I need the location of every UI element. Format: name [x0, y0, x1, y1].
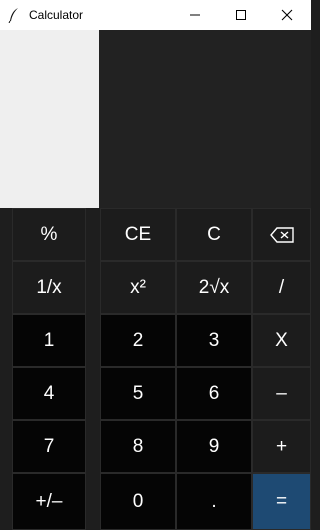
digit-0-button[interactable]: 0: [100, 473, 176, 530]
digit-1-button[interactable]: 1: [12, 314, 86, 367]
keypad-column-gap: [86, 208, 100, 530]
feather-icon: [8, 8, 18, 23]
decimal-button[interactable]: .: [176, 473, 252, 530]
negate-button[interactable]: +/–: [12, 473, 86, 530]
keypad-left-margin: [0, 208, 12, 530]
digit-7-button[interactable]: 7: [12, 420, 86, 473]
minimize-button[interactable]: [172, 0, 218, 30]
window-title: Calculator: [29, 8, 84, 22]
clear-entry-button[interactable]: CE: [100, 208, 176, 261]
close-icon: [281, 9, 293, 21]
maximize-icon: [236, 10, 246, 20]
digit-3-button[interactable]: 3: [176, 314, 252, 367]
digit-2-button[interactable]: 2: [100, 314, 176, 367]
digit-8-button[interactable]: 8: [100, 420, 176, 473]
digit-6-button[interactable]: 6: [176, 367, 252, 420]
subtract-button[interactable]: –: [252, 367, 311, 420]
maximize-button[interactable]: [218, 0, 264, 30]
reciprocal-button[interactable]: 1/x: [12, 261, 86, 314]
square-root-button[interactable]: 2√x: [176, 261, 252, 314]
minimize-icon: [190, 14, 200, 16]
divide-button[interactable]: /: [252, 261, 311, 314]
add-button[interactable]: +: [252, 420, 311, 473]
backspace-button[interactable]: [252, 208, 311, 261]
title-bar: Calculator: [0, 0, 311, 30]
display-area: [99, 30, 311, 208]
equals-button[interactable]: =: [252, 473, 311, 530]
square-button[interactable]: x²: [100, 261, 176, 314]
display-left-panel: [0, 30, 99, 208]
digit-4-button[interactable]: 4: [12, 367, 86, 420]
backspace-icon: [269, 226, 294, 243]
digit-9-button[interactable]: 9: [176, 420, 252, 473]
digit-5-button[interactable]: 5: [100, 367, 176, 420]
percent-button[interactable]: %: [12, 208, 86, 261]
multiply-button[interactable]: X: [252, 314, 311, 367]
clear-button[interactable]: C: [176, 208, 252, 261]
close-button[interactable]: [264, 0, 310, 30]
